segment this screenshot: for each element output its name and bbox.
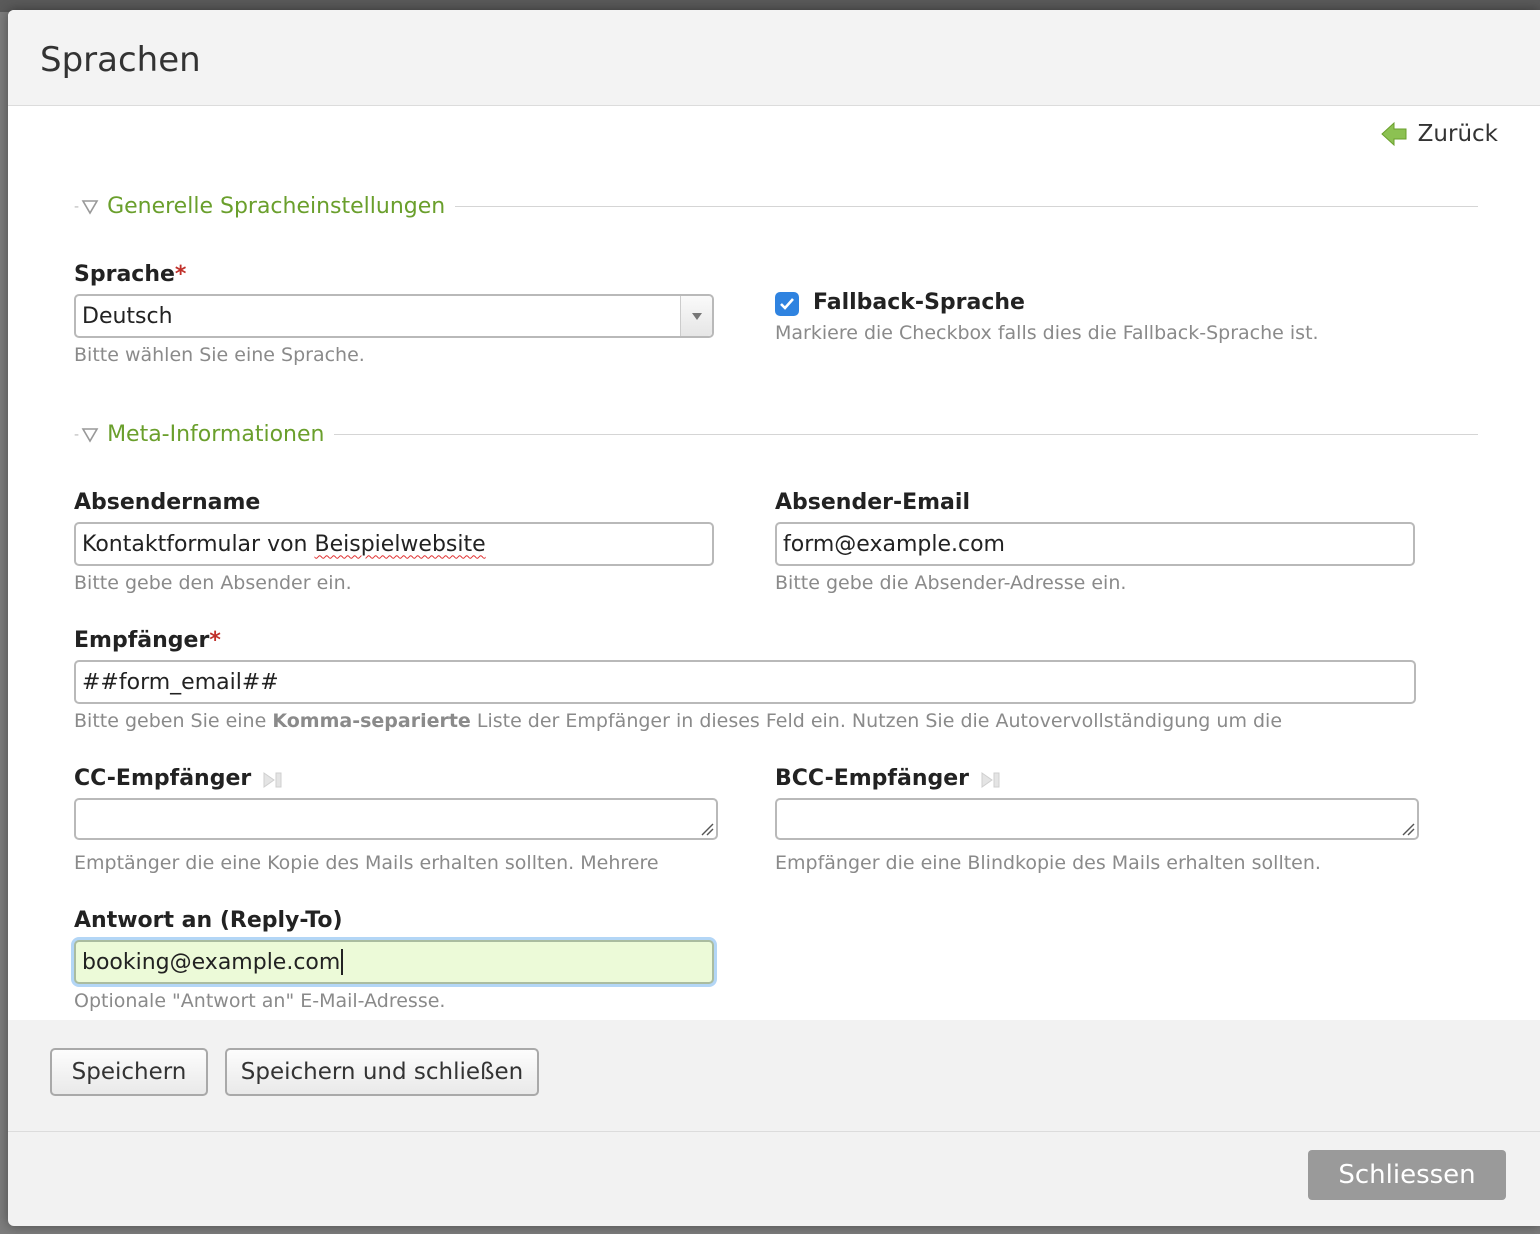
legend-divider [455,206,1478,207]
legend-general-settings[interactable]: - Generelle Spracheinstellungen [74,194,1478,219]
dialog-title: Sprachen [40,40,201,80]
legend-general-label: Generelle Spracheinstellungen [107,194,446,219]
sender-name-label: Absendername [74,490,261,515]
fallback-help: Markiere die Checkbox falls dies die Fal… [775,322,1319,344]
language-dialog: Sprachen Zurück - Generelle Spracheinste… [8,10,1540,1226]
required-marker: * [174,262,187,287]
save-and-close-button[interactable]: Speichern und schließen [225,1048,539,1096]
recipient-input[interactable]: ##form_email## [74,660,1416,704]
sender-email-value: form@example.com [783,531,1005,557]
reply-to-label: Antwort an (Reply-To) [74,908,343,933]
legend-divider [334,434,1478,435]
bcc-picker-icon[interactable] [980,770,1002,790]
cc-textarea[interactable] [74,798,718,840]
sender-email-input[interactable]: form@example.com [775,522,1415,566]
legend-dash: - [74,426,80,443]
save-button[interactable]: Speichern [50,1048,208,1096]
bcc-help: Empfänger die eine Blindkopie des Mails … [775,852,1321,874]
select-dropdown-button[interactable] [680,296,712,336]
back-arrow-icon [1380,121,1407,147]
language-label: Sprache* [74,262,187,287]
dialog-content: Zurück - Generelle Spracheinstellungen S… [8,106,1540,1020]
language-help: Bitte wählen Sie eine Sprache. [74,344,365,366]
fallback-label[interactable]: Fallback-Sprache [813,290,1025,315]
cc-picker-icon[interactable] [262,770,284,790]
sender-name-value: Kontaktformular von Beispielwebsite [82,531,486,557]
close-button[interactable]: Schliessen [1308,1150,1506,1200]
text-caret [341,949,344,975]
legend-meta-information[interactable]: - Meta-Informationen [74,422,1478,447]
triangle-down-icon [81,199,99,215]
reply-to-help: Optionale "Antwort an" E-Mail-Adresse. [74,990,446,1012]
fallback-checkbox[interactable] [775,292,799,316]
resize-grip-icon[interactable] [1401,822,1415,836]
bcc-textarea[interactable] [775,798,1419,840]
cc-label: CC-Empfänger [74,766,252,791]
resize-grip-icon[interactable] [700,822,714,836]
sender-email-help: Bitte gebe die Absender-Adresse ein. [775,572,1127,594]
sender-name-input[interactable]: Kontaktformular von Beispielwebsite [74,522,714,566]
cc-help: Emptänger die eine Kopie des Mails erhal… [74,852,659,874]
required-marker: * [209,628,221,653]
recipient-value: ##form_email## [82,669,279,695]
reply-to-value: booking@example.com [82,949,341,975]
checkmark-icon [780,298,794,310]
legend-dash: - [74,198,80,215]
language-select[interactable]: Deutsch [74,294,714,338]
sender-email-label: Absender-Email [775,490,970,515]
dialog-header: Sprachen [8,10,1540,106]
form-actions-bar: Speichern Speichern und schließen [8,1020,1540,1132]
recipient-label: Empfänger* [74,628,221,653]
recipient-help: Bitte geben Sie eine Komma-separierte Li… [74,710,1283,732]
reply-to-input[interactable]: booking@example.com [74,940,714,984]
triangle-down-icon [81,427,99,443]
language-select-value: Deutsch [82,303,173,329]
back-link-label: Zurück [1417,121,1498,147]
misspelled-word: Beispielwebsite [314,531,486,557]
legend-meta-label: Meta-Informationen [107,422,325,447]
sender-name-help: Bitte gebe den Absender ein. [74,572,352,594]
chevron-down-icon [691,313,702,320]
back-link[interactable]: Zurück [1380,120,1498,148]
bcc-label: BCC-Empfänger [775,766,969,791]
